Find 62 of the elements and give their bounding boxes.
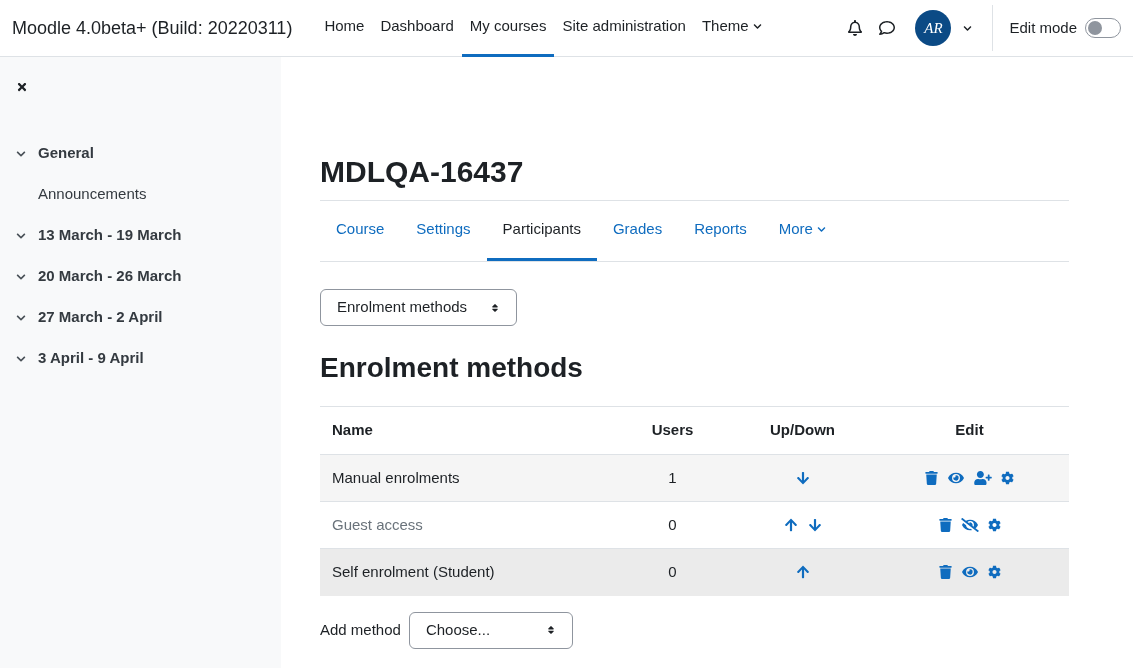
edit-mode-label: Edit mode xyxy=(1009,17,1077,38)
method-name: Self enrolment (Student) xyxy=(332,563,495,580)
eye-slash-icon[interactable] xyxy=(960,518,979,532)
arrow-up-icon[interactable] xyxy=(795,565,810,580)
caret-icon[interactable] xyxy=(963,23,973,33)
nav-link[interactable]: Site administration xyxy=(554,0,694,57)
chevron-down-icon[interactable] xyxy=(16,312,26,323)
sort-arrows-icon xyxy=(545,625,556,635)
chevron-down-icon[interactable] xyxy=(16,271,26,282)
users-count: 1 xyxy=(668,468,677,486)
arrow-down-icon[interactable] xyxy=(795,471,810,485)
trash-icon[interactable] xyxy=(925,471,938,485)
eye-icon[interactable] xyxy=(960,565,979,580)
course-tab[interactable]: Reports xyxy=(678,201,763,261)
arrow-up-icon[interactable] xyxy=(783,518,798,532)
site-name[interactable]: Moodle 4.0beta+ (Build: 20220311) xyxy=(12,14,293,42)
nav-link[interactable]: Home xyxy=(316,0,373,57)
users-count: 0 xyxy=(668,515,677,533)
column-header: Edit xyxy=(870,406,1069,455)
nav-link[interactable]: Theme xyxy=(693,0,770,57)
edit-mode-switch[interactable] xyxy=(1085,18,1121,38)
add-method-label: Add method xyxy=(320,619,401,640)
trash-icon[interactable] xyxy=(938,565,952,580)
chevron-down-icon[interactable] xyxy=(16,353,26,364)
course-title: MDLQA-16437 xyxy=(320,152,1069,201)
gear-icon[interactable] xyxy=(1001,471,1014,485)
course-tab[interactable]: More xyxy=(762,201,842,261)
page-heading: Enrolment methods xyxy=(320,351,584,385)
section-link[interactable]: 13 March - 19 March xyxy=(38,224,182,247)
course-tab[interactable]: Course xyxy=(320,201,401,261)
gear-icon[interactable] xyxy=(987,518,1001,532)
activity-link[interactable]: Announcements xyxy=(38,183,147,206)
add-method-select[interactable]: Choose... xyxy=(408,611,573,649)
caret-icon xyxy=(816,225,826,234)
course-tab[interactable]: Settings xyxy=(400,201,487,261)
eye-icon[interactable] xyxy=(947,471,965,485)
section-link[interactable]: General xyxy=(38,142,94,165)
method-name: Guest access xyxy=(332,515,423,533)
column-header: Up/Down xyxy=(735,406,870,455)
user-plus-icon[interactable] xyxy=(974,471,992,485)
message-icon[interactable] xyxy=(879,20,896,36)
users-count: 0 xyxy=(668,563,677,580)
nav-link[interactable]: Dashboard xyxy=(372,0,462,57)
column-header: Users xyxy=(610,406,735,455)
notification-bell-icon[interactable] xyxy=(847,20,864,36)
user-avatar[interactable]: AR xyxy=(915,10,952,46)
section-link[interactable]: 27 March - 2 April xyxy=(38,306,163,329)
course-tab[interactable]: Participants xyxy=(486,201,597,261)
sort-arrows-icon xyxy=(490,302,500,313)
section-link[interactable]: 20 March - 26 March xyxy=(38,265,182,288)
arrow-down-icon[interactable] xyxy=(807,518,822,532)
caret-icon xyxy=(752,22,762,31)
gear-icon[interactable] xyxy=(987,565,1001,580)
section-link[interactable]: 3 April - 9 April xyxy=(38,347,144,370)
column-header: Name xyxy=(320,406,610,455)
chevron-down-icon[interactable] xyxy=(16,230,26,241)
method-name: Manual enrolments xyxy=(332,468,460,486)
chevron-down-icon[interactable] xyxy=(16,148,26,159)
page-select[interactable]: Enrolment methods xyxy=(320,289,517,326)
course-tab[interactable]: Grades xyxy=(596,201,679,261)
trash-icon[interactable] xyxy=(938,518,952,532)
nav-link[interactable]: My courses xyxy=(461,0,555,57)
